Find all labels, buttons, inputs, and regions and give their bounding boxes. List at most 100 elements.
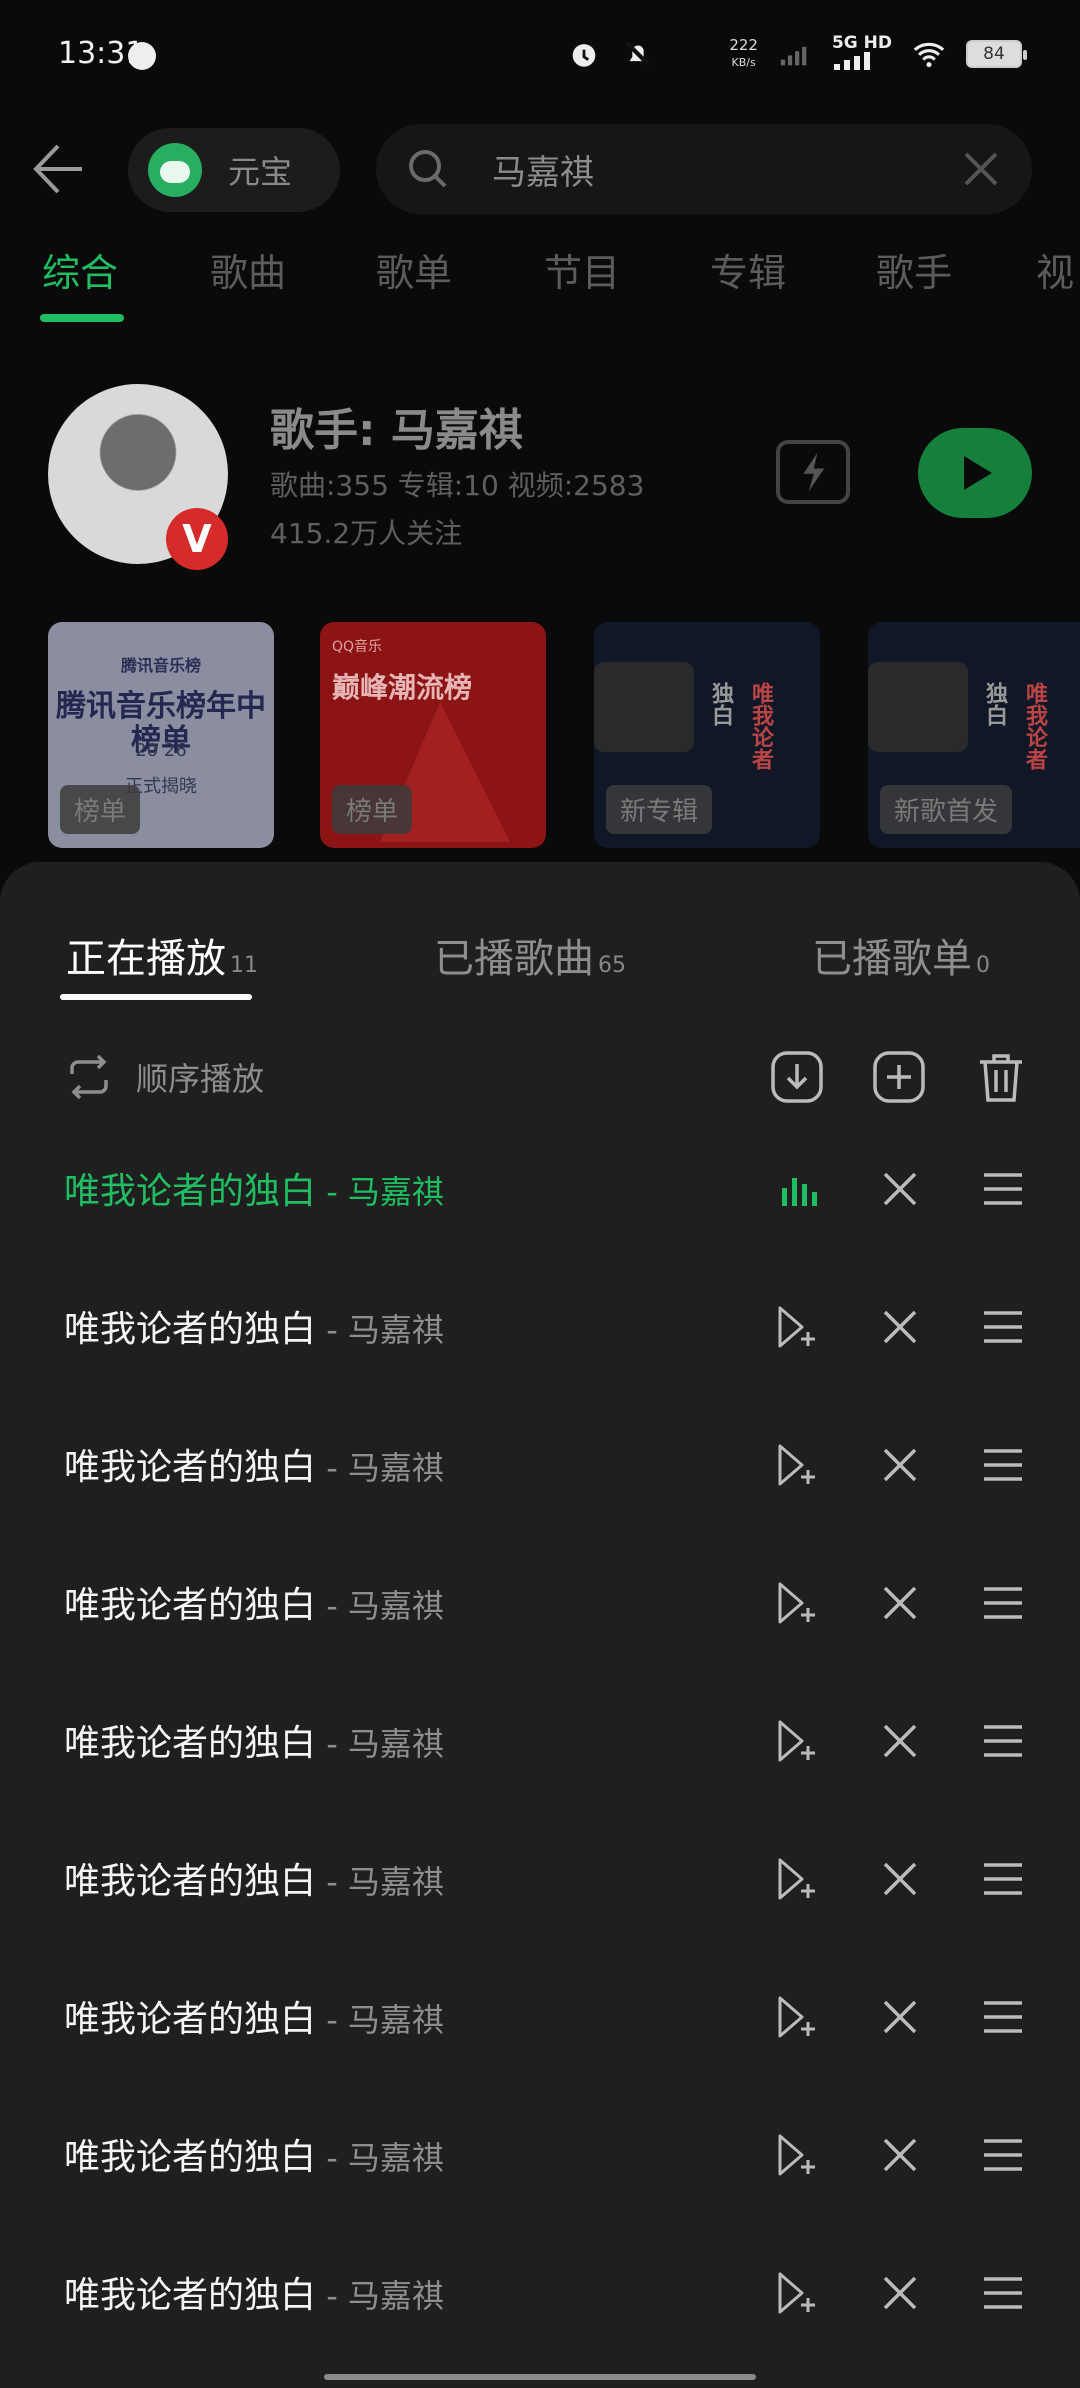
- artist-name: 歌手: 马嘉祺: [270, 405, 523, 456]
- song-title: 唯我论者的独白 - 马嘉祺: [64, 1585, 444, 1626]
- song-title: 唯我论者的独白 - 马嘉祺: [64, 1447, 444, 1488]
- remove-song-icon[interactable]: [877, 1166, 923, 1212]
- artist-result[interactable]: V 歌手: 马嘉祺 歌曲:355 专辑:10 视频:2583 415.2万人关注: [0, 384, 1080, 574]
- song-row[interactable]: 唯我论者的独白 - 马嘉祺: [0, 1540, 1080, 1678]
- drag-handle-icon[interactable]: [980, 1856, 1026, 1902]
- play-next-icon[interactable]: [774, 1856, 820, 1902]
- remove-song-icon[interactable]: [877, 2270, 923, 2316]
- song-title: 唯我论者的独白 - 马嘉祺: [64, 2137, 444, 2178]
- remove-song-icon[interactable]: [877, 1856, 923, 1902]
- artist-followers: 415.2万人关注: [270, 517, 463, 550]
- tab-playlists[interactable]: 歌单: [376, 242, 452, 297]
- repeat-order-icon[interactable]: [62, 1052, 116, 1102]
- clear-search-icon[interactable]: [960, 148, 1002, 190]
- drag-handle-icon[interactable]: [980, 1580, 1026, 1626]
- drag-handle-icon[interactable]: [980, 1442, 1026, 1488]
- status-bar: 13:31 222 KB/s 5G HD 84: [0, 0, 1080, 120]
- play-next-icon[interactable]: [774, 1718, 820, 1764]
- tab-videos[interactable]: 视: [1036, 242, 1074, 297]
- remove-song-icon[interactable]: [877, 1304, 923, 1350]
- album-art-text: 独白: [708, 682, 733, 726]
- card-brand: 腾讯音乐榜: [120, 656, 201, 675]
- search-icon: [409, 150, 447, 188]
- yuanbao-logo-icon: [148, 143, 202, 197]
- yuanbao-assistant-button[interactable]: 元宝: [128, 128, 340, 212]
- card-tag: 新专辑: [606, 785, 713, 834]
- card-tag: 榜单: [332, 785, 413, 834]
- album-card-new[interactable]: 唯我论者 独白 新专辑: [594, 622, 820, 848]
- signal-icon: [833, 52, 870, 70]
- tab-comprehensive[interactable]: 综合: [42, 242, 118, 297]
- search-query: 马嘉祺: [492, 152, 594, 193]
- play-next-icon[interactable]: [774, 1580, 820, 1626]
- drag-handle-icon[interactable]: [980, 1304, 1026, 1350]
- globe-icon: [128, 42, 156, 70]
- flash-play-button[interactable]: [776, 440, 850, 504]
- song-row[interactable]: 唯我论者的独白 - 马嘉祺: [0, 1954, 1080, 2092]
- song-card-new[interactable]: 唯我论者 独白 新歌首发: [868, 622, 1080, 848]
- play-next-icon[interactable]: [774, 1442, 820, 1488]
- album-art-text: 唯我论者: [748, 682, 773, 770]
- tab-played-songs[interactable]: 已播歌曲 65: [434, 926, 626, 984]
- play-next-icon[interactable]: [774, 2132, 820, 2178]
- song-title: 唯我论者的独白 - 马嘉祺: [64, 1999, 444, 2040]
- verified-badge: V: [166, 508, 228, 570]
- play-queue-sheet: 正在播放 11 已播歌曲 65 已播歌单 0 顺序播放 唯我论者的独白 - 马嘉祺 唯…: [0, 862, 1080, 2388]
- equalizer-playing-icon: [782, 1178, 817, 1206]
- network-speed: 222 KB/s: [729, 36, 758, 70]
- add-to-playlist-icon[interactable]: [872, 1050, 926, 1104]
- drag-handle-icon[interactable]: [980, 2270, 1026, 2316]
- queue-toolbar: 顺序播放: [0, 1042, 1080, 1122]
- card-tag: 新歌首发: [880, 785, 1013, 834]
- play-next-icon[interactable]: [774, 1304, 820, 1350]
- remove-song-icon[interactable]: [877, 1580, 923, 1626]
- tab-albums[interactable]: 专辑: [710, 242, 786, 297]
- chart-card-tme[interactable]: 腾讯音乐榜 腾讯音乐榜年中榜单 20 26 正式揭晓 榜单: [48, 622, 274, 848]
- song-title: 唯我论者的独白 - 马嘉祺: [64, 1309, 444, 1350]
- tab-programs[interactable]: 节目: [544, 242, 620, 297]
- drag-handle-icon[interactable]: [980, 2132, 1026, 2178]
- song-row[interactable]: 唯我论者的独白 - 马嘉祺: [0, 2230, 1080, 2368]
- tab-now-playing[interactable]: 正在播放 11: [66, 926, 258, 984]
- tab-singers[interactable]: 歌手: [876, 242, 952, 297]
- cellular-indicator: 5G HD: [832, 34, 892, 74]
- home-indicator[interactable]: [324, 2374, 756, 2380]
- active-tab-indicator: [40, 314, 124, 322]
- album-art-text: 唯我论者: [1022, 682, 1047, 770]
- song-title: 唯我论者的独白 - 马嘉祺: [64, 1171, 444, 1212]
- remove-song-icon[interactable]: [877, 2132, 923, 2178]
- song-row[interactable]: 唯我论者的独白 - 马嘉祺: [0, 1264, 1080, 1402]
- drag-handle-icon[interactable]: [980, 1994, 1026, 2040]
- tab-songs[interactable]: 歌曲: [210, 242, 286, 297]
- song-row[interactable]: 唯我论者的独白 - 马嘉祺: [0, 1402, 1080, 1540]
- song-row[interactable]: 唯我论者的独白 - 马嘉祺: [0, 1678, 1080, 1816]
- song-row-playing[interactable]: 唯我论者的独白 - 马嘉祺: [0, 1126, 1080, 1264]
- status-icons: 222 KB/s 5G HD 84: [567, 34, 1027, 74]
- play-mode-label[interactable]: 顺序播放: [136, 1054, 264, 1100]
- related-cards: 腾讯音乐榜 腾讯音乐榜年中榜单 20 26 正式揭晓 榜单 QQ音乐 巅峰潮流榜…: [0, 622, 1080, 852]
- drag-handle-icon[interactable]: [980, 1166, 1026, 1212]
- battery-indicator: 84: [966, 40, 1027, 68]
- drag-handle-icon[interactable]: [980, 1718, 1026, 1764]
- back-arrow-icon[interactable]: [28, 138, 90, 200]
- remove-song-icon[interactable]: [877, 1994, 923, 2040]
- sheet-tab-indicator: [60, 994, 252, 1000]
- album-cover-image: [594, 662, 694, 752]
- play-next-icon[interactable]: [774, 1994, 820, 2040]
- artist-stats: 歌曲:355 专辑:10 视频:2583: [270, 469, 645, 502]
- song-row[interactable]: 唯我论者的独白 - 马嘉祺: [0, 1816, 1080, 1954]
- play-artist-button[interactable]: [918, 428, 1032, 518]
- play-next-icon[interactable]: [774, 2270, 820, 2316]
- search-input[interactable]: 马嘉祺: [376, 124, 1032, 214]
- song-row[interactable]: 唯我论者的独白 - 马嘉祺: [0, 2092, 1080, 2230]
- download-icon[interactable]: [770, 1050, 824, 1104]
- trash-icon[interactable]: [974, 1050, 1028, 1104]
- remove-song-icon[interactable]: [877, 1718, 923, 1764]
- search-header: 元宝 马嘉祺: [0, 124, 1080, 214]
- chart-card-peak[interactable]: QQ音乐 巅峰潮流榜 榜单: [320, 622, 546, 848]
- tab-played-playlists[interactable]: 已播歌单 0: [812, 926, 990, 984]
- remove-song-icon[interactable]: [877, 1442, 923, 1488]
- card-year: 20 26: [135, 740, 187, 761]
- signal-weak-icon: [780, 46, 807, 66]
- moon-icon: [686, 42, 698, 66]
